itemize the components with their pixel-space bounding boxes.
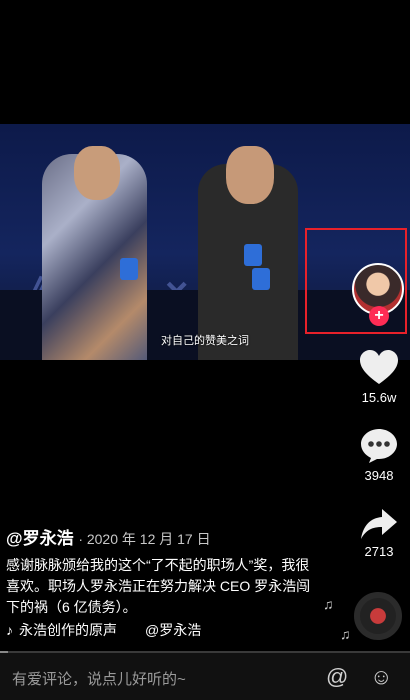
author-line: @罗永浩 · 2020 年 12 月 17 日 — [6, 524, 211, 549]
video-subtitle: 对自己的赞美之词 — [161, 335, 249, 347]
comment-button[interactable]: 3948 — [352, 428, 406, 483]
comment-input[interactable]: 有爱评论，说点儿好听的~ — [12, 668, 186, 689]
post-caption[interactable]: 感谢脉脉颁给我的这个“了不起的职场人”奖，我很喜欢。职场人罗永浩正在努力解决 C… — [6, 555, 316, 618]
microphone — [120, 258, 138, 280]
author-name[interactable]: @罗永浩 — [6, 529, 74, 548]
share-button[interactable]: 2713 — [352, 508, 406, 559]
music-disc[interactable] — [354, 592, 402, 640]
presenter-figure — [42, 146, 147, 360]
presenter-head — [74, 146, 120, 200]
microphone — [252, 268, 270, 290]
comment-icon — [361, 429, 397, 463]
comment-count: 3948 — [364, 468, 394, 483]
speaker-figure — [198, 146, 298, 360]
post-date: · 2020 年 12 月 17 日 — [78, 531, 211, 547]
music-title: 永浩创作的原声 @罗永浩 — [19, 622, 202, 638]
comment-bar: 有爱评论，说点儿好听的~ @ ☺ — [0, 653, 410, 700]
music-note-icon: ♪ — [6, 622, 13, 638]
heart-icon — [360, 350, 398, 384]
share-count: 2713 — [364, 544, 394, 559]
music-note-icon: ♫ — [323, 596, 334, 612]
music-info[interactable]: ♪ 永浩创作的原声 @罗永浩 — [6, 620, 201, 640]
like-count: 15.6w — [361, 390, 397, 405]
speaker-head — [226, 146, 274, 204]
like-button[interactable]: 15.6w — [352, 350, 406, 405]
music-note-icon: ♫ — [340, 626, 351, 642]
at-icon[interactable]: @ — [326, 664, 348, 690]
share-icon — [361, 509, 397, 539]
emoji-icon[interactable]: ☺ — [370, 664, 392, 690]
follow-button[interactable]: + — [369, 306, 389, 326]
microphone — [244, 244, 262, 266]
